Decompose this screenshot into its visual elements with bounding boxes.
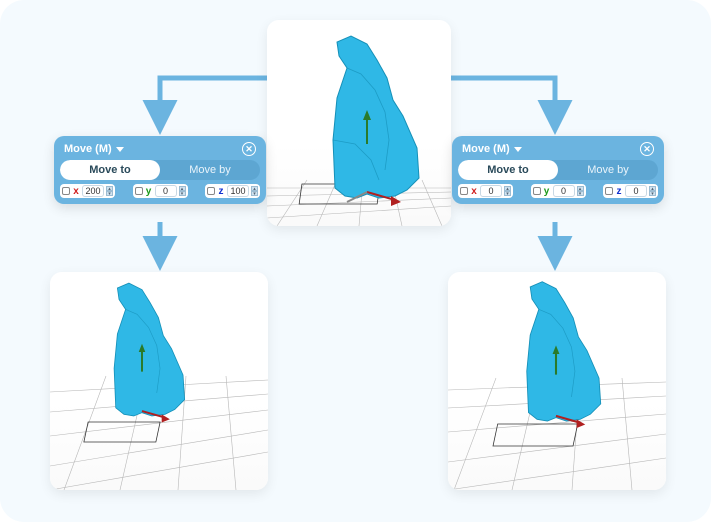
- z-axis-label: z: [615, 186, 623, 197]
- result-viewport-left: [50, 272, 268, 490]
- close-icon[interactable]: ✕: [640, 142, 654, 156]
- chevron-down-icon[interactable]: [514, 147, 522, 152]
- x-axis-label: x: [470, 186, 478, 197]
- z-field: z ▴▾: [603, 184, 658, 198]
- tab-move-by[interactable]: Move by: [558, 160, 658, 180]
- z-lock-checkbox[interactable]: [207, 187, 215, 195]
- x-step-down[interactable]: ▾: [106, 191, 113, 196]
- tab-move-to[interactable]: Move to: [60, 160, 160, 180]
- z-input[interactable]: [625, 185, 647, 197]
- panel-title: Move (M): [64, 143, 112, 155]
- x-lock-checkbox[interactable]: [62, 187, 70, 195]
- y-field: y ▴▾: [531, 184, 586, 198]
- move-panel-left: Move (M) ✕ Move to Move by x ▴▾ y ▴▾: [54, 136, 266, 204]
- source-viewport: [267, 20, 451, 226]
- z-step-down[interactable]: ▾: [251, 191, 258, 196]
- x-field: x ▴▾: [458, 184, 513, 198]
- y-step-down[interactable]: ▾: [179, 191, 186, 196]
- x-lock-checkbox[interactable]: [460, 187, 468, 195]
- move-panel-right: Move (M) ✕ Move to Move by x ▴▾ y ▴▾: [452, 136, 664, 204]
- y-input[interactable]: [155, 185, 177, 197]
- y-step-down[interactable]: ▾: [577, 191, 584, 196]
- tab-move-by[interactable]: Move by: [160, 160, 260, 180]
- y-field: y ▴▾: [133, 184, 188, 198]
- z-field: z ▴▾: [205, 184, 260, 198]
- diagram-canvas: Move (M) ✕ Move to Move by x ▴▾ y ▴▾: [0, 0, 711, 522]
- y-axis-label: y: [543, 186, 551, 197]
- x-input[interactable]: [480, 185, 502, 197]
- chevron-down-icon[interactable]: [116, 147, 124, 152]
- panel-title: Move (M): [462, 143, 510, 155]
- z-lock-checkbox[interactable]: [605, 187, 613, 195]
- y-input[interactable]: [553, 185, 575, 197]
- y-lock-checkbox[interactable]: [533, 187, 541, 195]
- z-axis-label: z: [217, 186, 225, 197]
- x-field: x ▴▾: [60, 184, 115, 198]
- x-input[interactable]: [82, 185, 104, 197]
- z-step-down[interactable]: ▾: [649, 191, 656, 196]
- y-lock-checkbox[interactable]: [135, 187, 143, 195]
- y-axis-label: y: [145, 186, 153, 197]
- close-icon[interactable]: ✕: [242, 142, 256, 156]
- tab-move-to[interactable]: Move to: [458, 160, 558, 180]
- x-axis-label: x: [72, 186, 80, 197]
- x-step-down[interactable]: ▾: [504, 191, 511, 196]
- tab-row: Move to Move by: [60, 160, 260, 180]
- result-viewport-right: [448, 272, 666, 490]
- tab-row: Move to Move by: [458, 160, 658, 180]
- z-input[interactable]: [227, 185, 249, 197]
